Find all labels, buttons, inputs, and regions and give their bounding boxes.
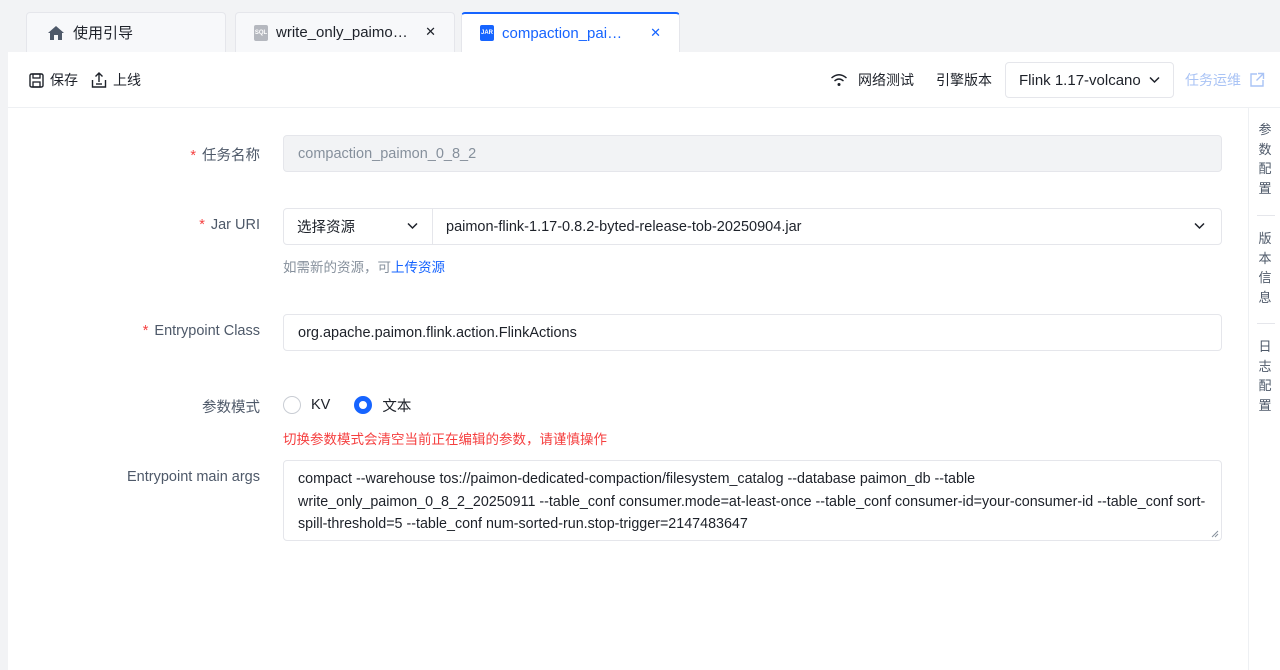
chevron-down-icon — [407, 222, 418, 230]
rail-item-version-info[interactable]: 版本信息 — [1249, 229, 1280, 307]
tab-write-only-sql[interactable]: SQL write_only_paimon_0_8_2_20250911 ✕ — [235, 12, 455, 52]
engine-version-label: 引擎版本 — [936, 72, 992, 88]
jar-job-form: * 任务名称 compaction_paimon_0_8_2 * Jar URI 选… — [8, 108, 1248, 670]
rail-item-label: 参数配置 — [1258, 122, 1272, 196]
save-button[interactable]: 保存 — [29, 70, 78, 90]
wifi-icon — [831, 74, 847, 86]
tab-label: 使用引导 — [73, 25, 134, 42]
resize-handle-icon[interactable] — [1211, 530, 1219, 538]
jar-file-value: paimon-flink-1.17-0.8.2-byted-release-to… — [446, 218, 802, 235]
task-ops-label: 任务运维 — [1185, 72, 1241, 88]
jar-file-select[interactable]: paimon-flink-1.17-0.8.2-byted-release-to… — [432, 208, 1222, 245]
jar-uri-label-wrap: * Jar URI — [8, 217, 260, 237]
publish-label: 上线 — [113, 72, 141, 88]
close-icon[interactable]: ✕ — [425, 24, 436, 40]
engine-version-value: Flink 1.17-volcano — [1019, 71, 1141, 89]
jar-uri-field: 选择资源 paimon-flink-1.17-0.8.2-byted-relea… — [283, 208, 1222, 245]
engine-version-select[interactable]: Flink 1.17-volcano — [1005, 62, 1174, 98]
network-test-label: 网络测试 — [858, 72, 914, 88]
publish-button[interactable]: 上线 — [91, 70, 141, 90]
chevron-down-icon — [1149, 76, 1160, 84]
save-label: 保存 — [50, 72, 78, 88]
param-mode-radio-group: KV 文本 — [283, 394, 435, 416]
entrypoint-class-label: * Entrypoint Class — [142, 323, 260, 339]
sql-file-icon: SQL — [254, 24, 268, 41]
hint-text: 如需新的资源，可 — [283, 260, 391, 275]
param-mode-label: 参数模式 — [202, 400, 260, 416]
main-args-label-wrap: Entrypoint main args — [8, 469, 260, 489]
close-icon[interactable]: ✕ — [650, 25, 661, 41]
radio-label: KV — [311, 397, 331, 413]
task-name-label: * 任务名称 — [190, 148, 260, 164]
rail-item-label: 版本信息 — [1258, 231, 1272, 305]
tab-compaction-jar[interactable]: JAR compaction_paimon_0_8_2 ✕ — [461, 12, 680, 52]
entrypoint-class-label-wrap: * Entrypoint Class — [8, 323, 260, 343]
upload-icon — [91, 72, 107, 88]
required-mark: * — [199, 217, 205, 233]
radio-label: 文本 — [382, 398, 412, 415]
jar-source-type-value: 选择资源 — [297, 220, 355, 236]
main-args-value: compact --warehouse tos://paimon-dedicat… — [298, 471, 1206, 532]
rail-item-label: 日志配置 — [1258, 339, 1272, 413]
task-ops-button[interactable]: 任务运维 — [1185, 70, 1265, 90]
task-name-label-wrap: * 任务名称 — [8, 144, 260, 164]
jar-uri-label: * Jar URI — [199, 217, 260, 233]
main-args-label: Entrypoint main args — [127, 469, 260, 485]
rail-divider — [1257, 323, 1275, 324]
rail-item-log-config[interactable]: 日志配置 — [1249, 337, 1280, 415]
tab-label: compaction_paimon_0_8_2 — [502, 24, 634, 42]
rail-item-param-config[interactable]: 参数配置 — [1249, 120, 1280, 198]
param-mode-warning: 切换参数模式会清空当前正在编辑的参数，请谨慎操作 — [283, 432, 607, 447]
required-mark: * — [142, 323, 149, 339]
required-mark: * — [190, 148, 196, 164]
jar-source-type-select[interactable]: 选择资源 — [283, 208, 433, 245]
right-side-panel-rail: 参数配置 版本信息 日志配置 — [1248, 108, 1280, 670]
jar-file-icon: JAR — [480, 25, 494, 41]
rail-divider — [1257, 215, 1275, 216]
tab-label: write_only_paimon_0_8_2_20250911 — [276, 24, 411, 41]
radio-unchecked[interactable] — [283, 396, 301, 414]
upload-resource-link[interactable]: 上传资源 — [391, 260, 445, 275]
home-icon — [48, 25, 64, 40]
editor-tab-bar: 使用引导 SQL write_only_paimon_0_8_2_2025091… — [0, 0, 1280, 52]
jar-upload-hint: 如需新的资源，可上传资源 — [283, 256, 445, 276]
external-link-icon — [1250, 72, 1265, 87]
chevron-down-icon — [1194, 222, 1205, 230]
param-mode-label-wrap: 参数模式 — [8, 396, 260, 416]
task-name-input[interactable]: compaction_paimon_0_8_2 — [283, 135, 1222, 172]
network-test-button[interactable]: 网络测试 — [830, 70, 914, 90]
tab-guide[interactable]: 使用引导 — [26, 12, 226, 52]
param-mode-text-option[interactable]: 文本 — [354, 395, 411, 416]
editor-toolbar: 保存 上线 网络测试 引擎版本 Flink 1.17-volcano 任务运维 — [8, 52, 1280, 108]
entrypoint-class-input[interactable]: org.apache.paimon.flink.action.FlinkActi… — [283, 314, 1222, 351]
save-icon — [29, 72, 44, 88]
radio-checked[interactable] — [354, 396, 373, 414]
entrypoint-class-value: org.apache.paimon.flink.action.FlinkActi… — [298, 324, 577, 341]
main-args-textarea[interactable]: compact --warehouse tos://paimon-dedicat… — [283, 460, 1222, 541]
param-mode-kv-option[interactable]: KV — [283, 396, 330, 414]
task-name-value: compaction_paimon_0_8_2 — [298, 145, 477, 162]
